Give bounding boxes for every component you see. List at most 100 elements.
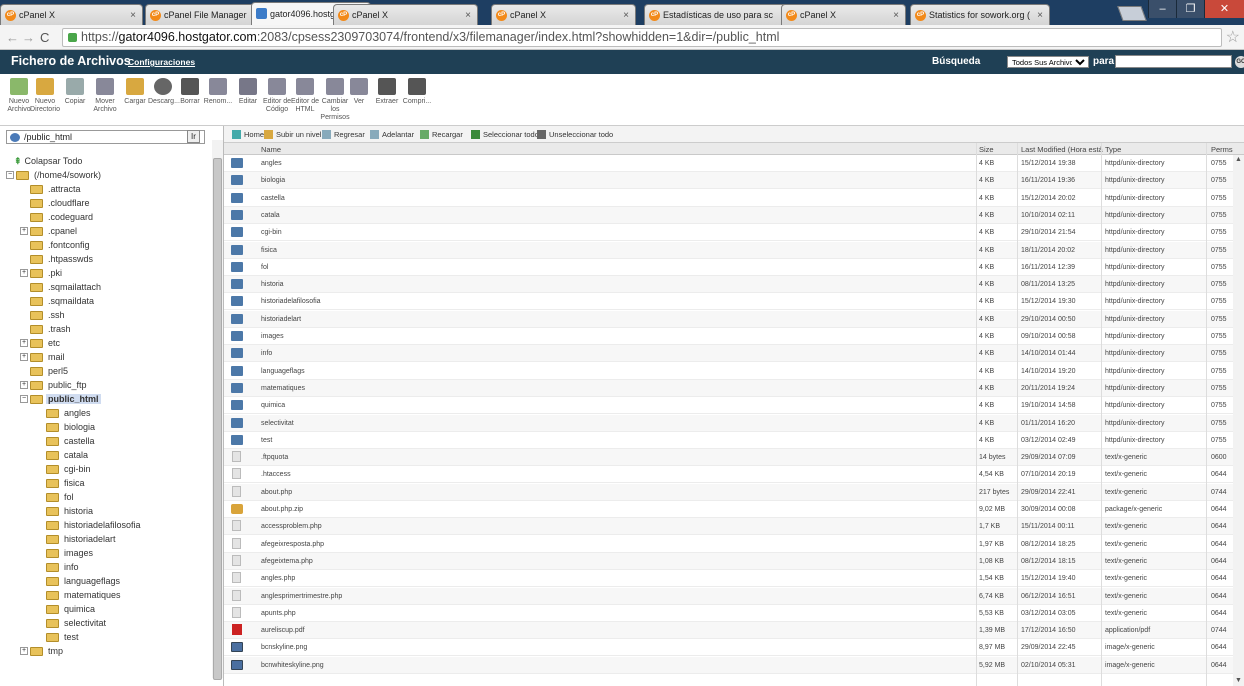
tab-close-icon[interactable]: × (130, 10, 136, 21)
expand-icon[interactable]: + (20, 353, 28, 361)
table-row[interactable]: aureliscup.pdf 1,39 MB 17/12/2014 16:50 app… (224, 622, 1244, 640)
action-up-level-button[interactable]: Subir un nivel (264, 130, 321, 139)
table-row[interactable]: selectivitat 4 KB 01/11/2014 16:20 httpd/un… (224, 414, 1244, 432)
table-row[interactable]: angles.php 1,54 KB 15/12/2014 19:40 text/x-… (224, 570, 1244, 588)
tree-item[interactable]: fisica (46, 476, 87, 490)
tree-item[interactable]: selectivitat (46, 616, 108, 630)
tree-item[interactable]: angles (46, 406, 93, 420)
tab-close-icon[interactable]: × (623, 10, 629, 21)
table-row[interactable]: angles 4 KB 15/12/2014 19:38 httpd/unix-dir… (224, 155, 1244, 172)
collapse-node-icon[interactable]: − (20, 395, 28, 403)
toolbar-rename-button[interactable]: Renom... (203, 78, 233, 106)
tree-item[interactable]: + .pki (20, 266, 64, 280)
tree-item[interactable]: − (/home4/sowork) (6, 168, 103, 182)
action-back-arrow-button[interactable]: Regresar (322, 130, 365, 139)
tree-item[interactable]: historia (46, 504, 95, 518)
tree-item[interactable]: .attracta (30, 182, 83, 196)
table-row[interactable]: matematiques 4 KB 20/11/2014 19:24 httpd/un… (224, 379, 1244, 397)
tree-item[interactable]: castella (46, 434, 97, 448)
table-row[interactable]: biologia 4 KB 16/11/2014 19:36 httpd/unix-d… (224, 172, 1244, 190)
scroll-up-icon[interactable]: ▲ (1235, 156, 1242, 163)
column-header-name[interactable]: Name (261, 145, 281, 154)
tree-item[interactable]: quimica (46, 602, 97, 616)
tree-item[interactable]: historiadelafilosofia (46, 518, 143, 532)
toolbar-extract-button[interactable]: Extraer (372, 78, 402, 106)
table-row[interactable]: fol 4 KB 16/11/2014 12:39 httpd/unix-direct… (224, 259, 1244, 276)
table-row[interactable]: .ftpquota 14 bytes 29/09/2014 07:09 text/x-… (224, 449, 1244, 467)
table-row[interactable]: languageflags 4 KB 14/10/2014 19:20 httpd/u… (224, 363, 1244, 380)
table-row[interactable]: historiadelafilosofia 4 KB 15/12/2014 19:3… (224, 293, 1244, 311)
expand-icon[interactable]: + (20, 227, 28, 235)
tab-close-icon[interactable]: × (893, 10, 899, 21)
toolbar-new-folder-button[interactable]: Nuevo Directorio (30, 78, 60, 114)
expand-icon[interactable]: + (20, 269, 28, 277)
table-row[interactable]: .htaccess 4,54 KB 07/10/2014 20:19 text/x-g… (224, 466, 1244, 484)
table-row[interactable]: catala 4 KB 10/10/2014 02:11 httpd/unix-dir… (224, 206, 1244, 224)
new-tab-button[interactable] (1117, 6, 1147, 21)
tree-item[interactable]: + .cpanel (20, 224, 79, 238)
expand-icon[interactable]: + (20, 381, 28, 389)
table-row[interactable]: historia 4 KB 08/11/2014 13:25 httpd/unix-d… (224, 276, 1244, 294)
toolbar-html-editor-button[interactable]: Editor de HTML (290, 78, 320, 114)
tab-close-icon[interactable]: × (1037, 10, 1043, 21)
tree-item[interactable]: info (46, 560, 81, 574)
tree-item[interactable]: .htpasswds (30, 252, 95, 266)
tree-item[interactable]: .codeguard (30, 210, 95, 224)
toolbar-view-button[interactable]: Ver (344, 78, 374, 106)
table-scrollbar[interactable]: ▲ ▼ (1233, 155, 1244, 686)
tree-item[interactable]: − public_html (20, 392, 101, 406)
table-row[interactable]: accessproblem.php 1,7 KB 15/11/2014 00:11 t… (224, 518, 1244, 536)
tree-item[interactable]: .ssh (30, 308, 67, 322)
table-row[interactable]: test 4 KB 03/12/2014 02:49 httpd/unix-direc… (224, 432, 1244, 449)
forward-icon[interactable]: → (22, 30, 35, 45)
tree-item[interactable]: fol (46, 490, 76, 504)
toolbar-edit-button[interactable]: Editar (233, 78, 263, 106)
column-header-type[interactable]: Type (1105, 145, 1121, 154)
tree-item[interactable]: biologia (46, 420, 97, 434)
table-row[interactable]: about.php 217 bytes 29/09/2014 22:41 text/x… (224, 483, 1244, 501)
table-row[interactable]: afegeixresposta.php 1,97 KB 08/12/2014 18:… (224, 536, 1244, 553)
expand-icon[interactable]: + (20, 339, 28, 347)
path-input[interactable]: /public_html (6, 130, 205, 144)
tree-item[interactable]: matematiques (46, 588, 123, 602)
reload-icon[interactable]: C (40, 30, 49, 45)
url-input[interactable]: https://gator4096.hostgator.com:2083/cps… (62, 28, 1222, 47)
tree-scrollbar-thumb[interactable] (213, 158, 222, 680)
browser-tab[interactable]: cP cPanel X × (333, 4, 478, 25)
browser-tab[interactable]: cPcPanel File Manager v3× (145, 4, 265, 25)
expand-icon[interactable]: + (20, 647, 28, 655)
tab-close-icon[interactable]: × (465, 10, 471, 21)
search-input[interactable] (1115, 55, 1232, 68)
toolbar-delete-button[interactable]: Borrar (175, 78, 205, 106)
browser-tab[interactable]: cP cPanel X × (0, 4, 143, 25)
action-reload-button[interactable]: Recargar (420, 130, 463, 139)
tree-item[interactable]: .sqmaildata (30, 294, 96, 308)
maximize-button[interactable]: ❐ (1176, 0, 1204, 18)
browser-tab[interactable]: cP cPanel X × (781, 4, 906, 25)
tree-item[interactable]: + public_ftp (20, 378, 89, 392)
tree-item[interactable]: .cloudflare (30, 196, 92, 210)
tree-item[interactable]: + tmp (20, 644, 65, 658)
column-header-size[interactable]: Size (979, 145, 994, 154)
tree-item[interactable]: catala (46, 448, 90, 462)
table-row[interactable]: about.php.zip 9,02 MB 30/09/2014 00:08 pack… (224, 501, 1244, 518)
table-row[interactable]: castella 4 KB 15/12/2014 20:02 httpd/unix-d… (224, 190, 1244, 207)
bookmark-star-icon[interactable]: ☆ (1226, 27, 1240, 47)
table-row[interactable]: cgi-bin 4 KB 29/10/2014 21:54 httpd/unix-di… (224, 224, 1244, 242)
tree-item[interactable]: .fontconfig (30, 238, 92, 252)
tree-item[interactable]: languageflags (46, 574, 122, 588)
minimize-button[interactable]: – (1148, 0, 1176, 18)
tree-item[interactable]: cgi-bin (46, 462, 93, 476)
table-row[interactable]: fisica 4 KB 18/11/2014 20:02 httpd/unix-dir… (224, 241, 1244, 259)
table-row[interactable]: anglesprimertrimestre.php 6,74 KB 06/12/20… (224, 587, 1244, 605)
table-row[interactable]: historiadelart 4 KB 29/10/2014 00:50 httpd/… (224, 310, 1244, 328)
action-unselect-all-button[interactable]: Unseleccionar todo (537, 130, 613, 139)
tree-item[interactable]: test (46, 630, 81, 644)
column-header-perms[interactable]: Perms (1211, 145, 1233, 154)
toolbar-copy-button[interactable]: Copiar (60, 78, 90, 106)
tree-item[interactable]: historiadelart (46, 532, 118, 546)
toolbar-move-button[interactable]: Mover Archivo (90, 78, 120, 114)
tree-item[interactable]: .trash (30, 322, 73, 336)
tree-item[interactable]: images (46, 546, 95, 560)
tree-item[interactable]: + etc (20, 336, 62, 350)
